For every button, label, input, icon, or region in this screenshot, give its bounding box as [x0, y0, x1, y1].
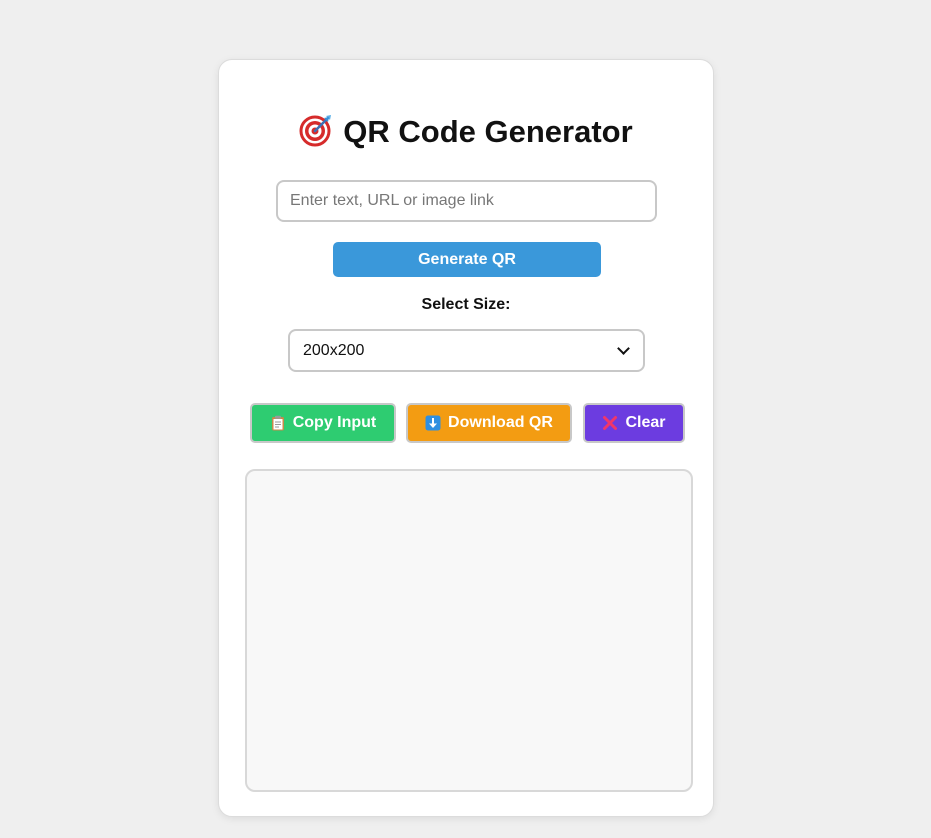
size-select[interactable]: 200x200: [288, 329, 645, 372]
clear-label: Clear: [625, 414, 666, 431]
clear-button[interactable]: Clear: [583, 403, 685, 443]
page-title: QR Code Generator: [219, 112, 713, 152]
text-url-input[interactable]: [276, 180, 657, 222]
download-qr-label: Download QR: [448, 414, 553, 431]
generate-qr-button[interactable]: Generate QR: [333, 242, 601, 277]
down-arrow-icon: [425, 415, 441, 431]
qr-generator-card: QR Code Generator Generate QR Select Siz…: [218, 59, 714, 817]
page-title-text: QR Code Generator: [343, 114, 633, 149]
size-select-value: 200x200: [303, 341, 365, 359]
download-qr-button[interactable]: Download QR: [406, 403, 572, 443]
copy-input-button[interactable]: Copy Input: [250, 403, 396, 443]
dart-target-icon: [299, 115, 332, 147]
chevron-down-icon: [617, 342, 630, 355]
size-label: Select Size:: [421, 296, 511, 313]
clipboard-icon: [271, 415, 284, 431]
copy-input-label: Copy Input: [292, 414, 377, 431]
cross-mark-icon: [603, 416, 618, 430]
qr-code-output: [245, 469, 693, 792]
